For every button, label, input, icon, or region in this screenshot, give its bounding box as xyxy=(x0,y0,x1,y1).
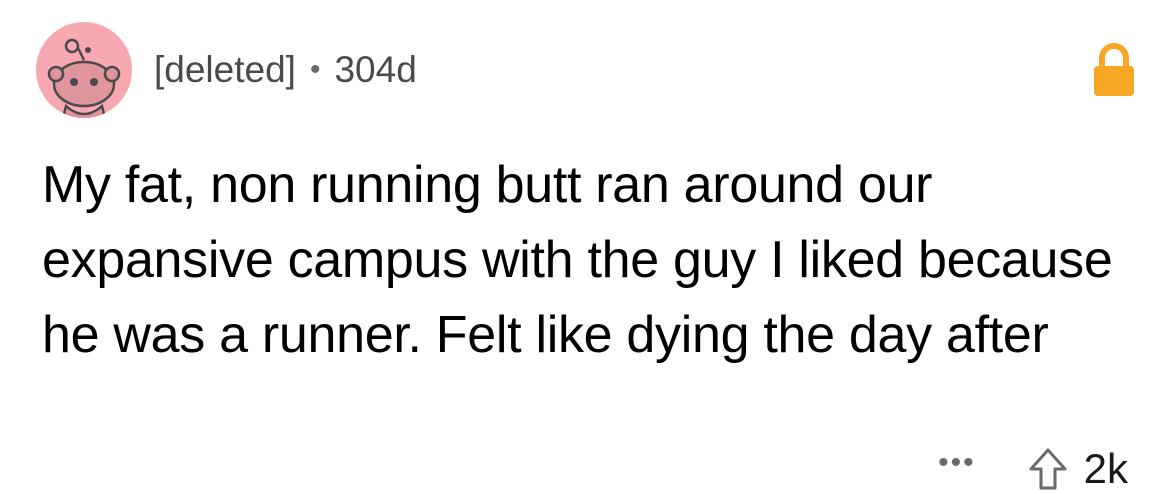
comment-body: My fat, non running butt ran around our … xyxy=(42,156,1113,364)
author-name[interactable]: [deleted] xyxy=(154,49,296,91)
comment-header: [deleted] • 304d xyxy=(36,22,1136,118)
comment-meta: [deleted] • 304d xyxy=(154,49,417,91)
vote-score: 2k xyxy=(1083,445,1128,492)
avatar[interactable] xyxy=(36,22,132,118)
snoo-avatar-icon xyxy=(47,38,121,118)
comment-actions: ••• 2k xyxy=(938,444,1128,494)
more-options-button[interactable]: ••• xyxy=(938,448,976,478)
comment-age: 304d xyxy=(334,49,417,90)
lock-icon xyxy=(1094,43,1134,96)
upvote-arrow-icon[interactable] xyxy=(1028,447,1068,491)
meta-separator: • xyxy=(309,53,321,86)
